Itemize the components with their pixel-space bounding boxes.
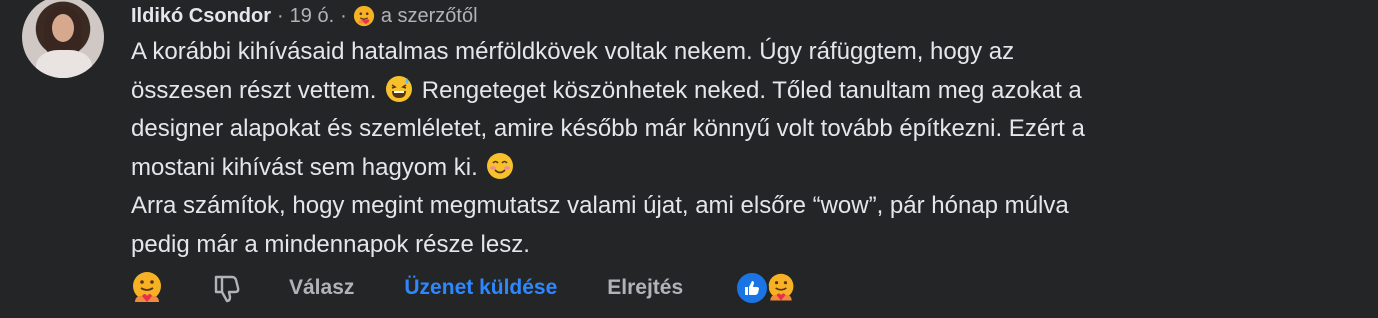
reply-button[interactable]: Válasz: [289, 276, 354, 300]
comment-actions: Válasz Üzenet küldése Elrejtés: [129, 268, 797, 308]
hide-button[interactable]: Elrejtés: [607, 276, 683, 300]
grinning-sweat-emoji-icon: [386, 75, 413, 102]
comment-line: designer alapokat és szemléletet, amire …: [131, 115, 1085, 142]
care-emoji-icon: [353, 5, 374, 27]
comment-text: Rengeteget köszönhetek neked. Tőled tanu…: [421, 76, 1082, 104]
comment-line: mostani kihívást sem hagyom ki.: [131, 149, 1351, 188]
like-reaction-icon: [735, 271, 770, 305]
thumbs-down-icon[interactable]: [211, 272, 243, 304]
comment-header: Ildikó Csondor · 19 ó. · a szerzőtől: [131, 2, 478, 30]
comment-time[interactable]: 19 ó.: [290, 5, 334, 28]
care-reaction-icon: [768, 273, 794, 301]
comment-line: A korábbi kihívásaid hatalmas mérföldköv…: [131, 38, 1015, 65]
separator: ·: [277, 4, 284, 27]
smiling-blush-emoji-icon: [487, 152, 514, 179]
send-message-button[interactable]: Üzenet küldése: [404, 276, 557, 300]
separator: ·: [340, 4, 347, 27]
comment-line: Arra számítok, hogy megint megmutatsz va…: [131, 192, 1069, 219]
author-badge: a szerzőtől: [380, 4, 478, 27]
comment-text: mostani kihívást sem hagyom ki.: [131, 153, 478, 181]
comment-text: összesen részt vettem.: [131, 76, 377, 104]
reactions-summary[interactable]: [735, 271, 797, 305]
author-avatar[interactable]: [22, 0, 104, 78]
comment-line: pedig már a mindennapok része lesz.: [131, 230, 530, 258]
author-name[interactable]: Ildikó Csondor: [131, 5, 271, 28]
care-reaction-icon[interactable]: [129, 270, 165, 306]
comment-line: összesen részt vettem. Rengeteget köszön…: [131, 72, 1351, 111]
comment-body: A korábbi kihívásaid hatalmas mérföldköv…: [131, 33, 1351, 264]
